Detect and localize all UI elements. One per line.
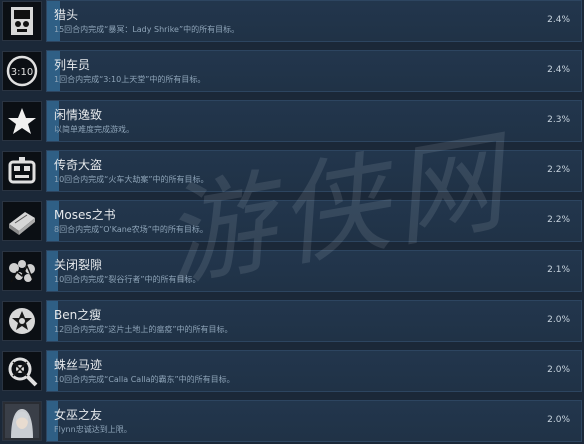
achievement-title: 传奇大盗: [54, 158, 103, 172]
achievement-title: 闲情逸致: [54, 108, 103, 122]
achievement-row[interactable]: Moses之书 8回合内完成“O'Kane农场”中的所有目标。 2.2%: [0, 200, 584, 244]
achievement-percent: 2.4%: [547, 65, 570, 75]
spider-web-icon: [2, 351, 42, 391]
achievement-row[interactable]: 传奇大盗 10回合内完成“火车大劫案”中的所有目标。 2.2%: [0, 150, 584, 194]
achievement-percent: 2.0%: [547, 415, 570, 425]
achievement-title: Ben之瘦: [54, 308, 102, 322]
achievement-description: 10回合内完成“火车大劫案”中的所有目标。: [54, 175, 209, 184]
achievement-row[interactable]: 蛛丝马迹 10回合内完成“Calla Calla的霸东”中的所有目标。 2.0%: [0, 350, 584, 394]
achievement-title: 猎头: [54, 8, 79, 22]
achievement-title: 蛛丝马迹: [54, 358, 103, 372]
achievement-percent: 2.2%: [547, 165, 570, 175]
achievement-percent: 2.2%: [547, 215, 570, 225]
skull-emblem-icon: [2, 1, 42, 41]
achievement-description: 1回合内完成“3:10上天堂”中的所有目标。: [54, 75, 206, 84]
star-icon: [2, 101, 42, 141]
achievement-title: 列车员: [54, 58, 91, 72]
svg-text:3:10: 3:10: [11, 67, 33, 78]
achievement-description: 10回合内完成“裂谷行者”中的所有目标。: [54, 275, 201, 284]
book-icon: [2, 201, 42, 241]
progress-bar: [46, 0, 582, 42]
achievement-description: 10回合内完成“Calla Calla的霸东”中的所有目标。: [54, 375, 235, 384]
achievement-title: 关闭裂隙: [54, 258, 103, 272]
achievement-percent: 2.3%: [547, 115, 570, 125]
progress-bar: [46, 250, 582, 292]
achievement-percent: 2.4%: [547, 15, 570, 25]
progress-bar: [46, 150, 582, 192]
train-robbery-icon: [2, 151, 42, 191]
achievement-description: 以简单难度完成游戏。: [54, 125, 134, 134]
crack-icon: [2, 251, 42, 291]
clock-310-icon: 3:10: [2, 51, 42, 91]
achievement-row[interactable]: 关闭裂隙 10回合内完成“裂谷行者”中的所有目标。 2.1%: [0, 250, 584, 294]
progress-bar: [46, 400, 582, 442]
achievement-description: 8回合内完成“O'Kane农场”中的所有目标。: [54, 225, 208, 234]
achievement-row[interactable]: 女巫之友 Flynn忠诚达到上限。 2.0%: [0, 400, 584, 444]
progress-bar: [46, 100, 582, 142]
achievement-percent: 2.1%: [547, 265, 570, 275]
achievement-percent: 2.0%: [547, 365, 570, 375]
sheriff-badge-icon: [2, 301, 42, 341]
achievement-title: 女巫之友: [54, 408, 103, 422]
achievement-row[interactable]: 3:10 列车员 1回合内完成“3:10上天堂”中的所有目标。 2.4%: [0, 50, 584, 94]
achievement-description: 12回合内完成“这片土地上的瘟疫”中的所有目标。: [54, 325, 233, 334]
progress-bar: [46, 50, 582, 92]
achievement-row[interactable]: 闲情逸致 以简单难度完成游戏。 2.3%: [0, 100, 584, 144]
achievement-description: Flynn忠诚达到上限。: [54, 425, 132, 434]
achievement-percent: 2.0%: [547, 315, 570, 325]
progress-bar: [46, 300, 582, 342]
achievement-description: 15回合内完成“暴冥：Lady Shrike”中的所有目标。: [54, 25, 240, 34]
achievement-row[interactable]: Ben之瘦 12回合内完成“这片土地上的瘟疫”中的所有目标。 2.0%: [0, 300, 584, 344]
witch-portrait-icon: [2, 401, 42, 441]
progress-bar: [46, 200, 582, 242]
achievement-row[interactable]: 猎头 15回合内完成“暴冥：Lady Shrike”中的所有目标。 2.4%: [0, 0, 584, 44]
achievement-title: Moses之书: [54, 208, 116, 222]
progress-bar: [46, 350, 582, 392]
